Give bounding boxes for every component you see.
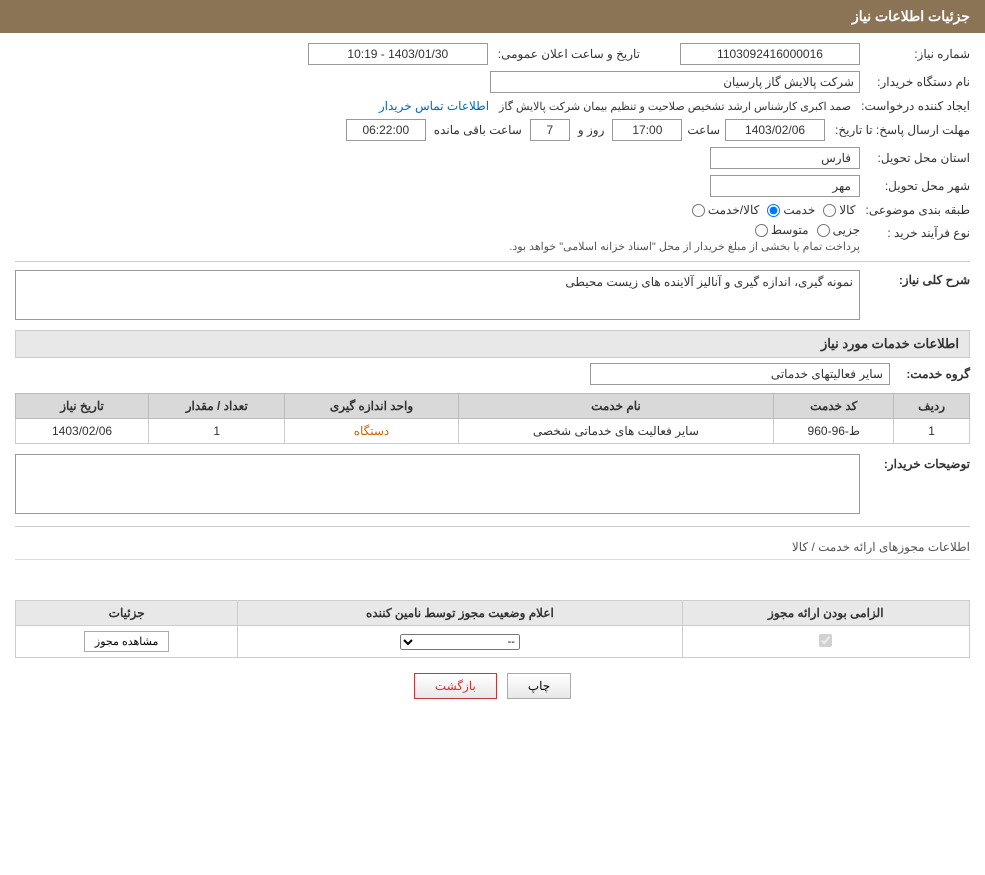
spacer <box>15 565 970 595</box>
province-value: فارس <box>710 147 860 169</box>
deadline-days: 7 <box>530 119 570 141</box>
table-row: 1ط-96-960سایر فعالیت های خدماتی شخصیدستگ… <box>16 419 970 444</box>
page-header: جزئیات اطلاعات نیاز <box>0 0 985 33</box>
col-details-header: جزئیات <box>16 601 238 626</box>
license-required-cell <box>682 626 969 658</box>
time-label: ساعت <box>687 123 720 137</box>
view-license-button[interactable]: مشاهده مجوز <box>84 631 169 652</box>
col-unit-header: واحد اندازه گیری <box>285 394 458 419</box>
category-kala-label: کالا <box>839 203 855 217</box>
days-label: روز و <box>578 123 605 137</box>
city-label: شهر محل تحویل: <box>860 179 970 193</box>
province-label: استان محل تحویل: <box>860 151 970 165</box>
col-date-header: تاریخ نیاز <box>16 394 149 419</box>
category-kala: کالا <box>823 203 855 217</box>
col-code-header: کد خدمت <box>774 394 894 419</box>
category-radio-group: کالا خدمت کالا/خدمت <box>692 203 856 217</box>
col-status-header: اعلام وضعیت مجوز توسط نامین کننده <box>238 601 682 626</box>
buyer-desc-textarea[interactable] <box>15 454 860 514</box>
row-purchase-type: نوع فرآیند خرید : جزیی متوسط پرداخت تمام… <box>15 223 970 253</box>
col-row-header: ردیف <box>894 394 970 419</box>
need-desc-container: نمونه گیری، اندازه گیری و آنالیز آلاینده… <box>15 270 860 320</box>
need-desc-value: نمونه گیری، اندازه گیری و آنالیز آلاینده… <box>15 270 860 320</box>
purchase-type-content: جزیی متوسط پرداخت تمام یا بخشی از مبلغ خ… <box>509 223 860 253</box>
date-announce-value: 1403/01/30 - 10:19 <box>308 43 488 65</box>
main-form-section: شماره نیاز: 1103092416000016 تاریخ و ساع… <box>15 43 970 320</box>
services-table: ردیف کد خدمت نام خدمت واحد اندازه گیری ت… <box>15 393 970 444</box>
license-table: الزامی بودن ارائه مجوز اعلام وضعیت مجوز … <box>15 600 970 658</box>
category-khedmat: خدمت <box>767 203 815 217</box>
license-required-checkbox[interactable] <box>819 634 832 647</box>
radio-motavasset[interactable] <box>755 224 768 237</box>
col-required-header: الزامی بودن ارائه مجوز <box>682 601 969 626</box>
row-service-group: گروه خدمت: سایر فعالیتهای خدماتی <box>15 363 970 385</box>
table-cell-date: 1403/02/06 <box>16 419 149 444</box>
radio-khedmat[interactable] <box>767 204 780 217</box>
category-label: طبقه بندی موضوعی: <box>855 203 970 217</box>
buyer-org-value: شرکت پالایش گاز پارسیان <box>490 71 860 93</box>
table-cell-row: 1 <box>894 419 970 444</box>
license-details-cell: مشاهده مجوز <box>16 626 238 658</box>
buyer-desc-container <box>15 454 860 514</box>
row-buyer-org: نام دستگاه خریدار: شرکت پالایش گاز پارسی… <box>15 71 970 93</box>
license-section-label: اطلاعات مجوزهای ارائه خدمت / کالا <box>15 535 970 560</box>
services-header: اطلاعات خدمات مورد نیاز <box>15 330 970 358</box>
purchase-note: پرداخت تمام یا بخشی از مبلغ خریدار از مح… <box>509 240 860 253</box>
deadline-date: 1403/02/06 <box>725 119 825 141</box>
table-cell-name: سایر فعالیت های خدماتی شخصی <box>458 419 774 444</box>
table-cell-qty: 1 <box>149 419 285 444</box>
purchase-jazii: جزیی <box>817 223 860 237</box>
col-name-header: نام خدمت <box>458 394 774 419</box>
page-title: جزئیات اطلاعات نیاز <box>852 8 970 24</box>
radio-kala-khedmat[interactable] <box>692 204 705 217</box>
deadline-remaining: 06:22:00 <box>346 119 426 141</box>
category-khedmat-label: خدمت <box>783 203 815 217</box>
row-city: شهر محل تحویل: مهر <box>15 175 970 197</box>
table-cell-code: ط-96-960 <box>774 419 894 444</box>
purchase-radio-group: جزیی متوسط <box>509 223 860 237</box>
need-number-label: شماره نیاز: <box>860 47 970 61</box>
need-desc-label: شرح کلی نیاز: <box>860 270 970 287</box>
row-need-number: شماره نیاز: 1103092416000016 تاریخ و ساع… <box>15 43 970 65</box>
contact-link[interactable]: اطلاعات تماس خریدار <box>379 99 489 113</box>
col-qty-header: تعداد / مقدار <box>149 394 285 419</box>
license-status-select[interactable]: -- <box>400 634 520 650</box>
print-button[interactable]: چاپ <box>507 673 571 699</box>
row-creator: ایجاد کننده درخواست: صمد اکبری کارشناس ا… <box>15 99 970 113</box>
button-row: چاپ بازگشت <box>15 658 970 714</box>
row-need-desc: شرح کلی نیاز: نمونه گیری، اندازه گیری و … <box>15 270 970 320</box>
expert-name: صمد اکبری کارشناس ارشد تشخیص صلاحیت و تن… <box>499 100 851 113</box>
buyer-desc-label: توضیحات خریدار: <box>860 454 970 471</box>
city-value: مهر <box>710 175 860 197</box>
separator-2 <box>15 526 970 527</box>
remaining-label: ساعت باقی مانده <box>434 123 522 137</box>
deadline-time: 17:00 <box>612 119 682 141</box>
date-announce-label: تاریخ و ساعت اعلان عمومی: <box>488 47 640 61</box>
table-cell-unit: دستگاه <box>285 419 458 444</box>
purchase-motavasset-label: متوسط <box>771 223 809 237</box>
row-buyer-desc: توضیحات خریدار: <box>15 454 970 514</box>
page-wrapper: جزئیات اطلاعات نیاز شماره نیاز: 11030924… <box>0 0 985 875</box>
back-button[interactable]: بازگشت <box>414 673 497 699</box>
category-kk-label: کالا/خدمت <box>708 203 759 217</box>
license-status-cell: -- <box>238 626 682 658</box>
send-deadline-label: مهلت ارسال پاسخ: تا تاریخ: <box>825 123 970 137</box>
category-kala-khedmat: کالا/خدمت <box>692 203 759 217</box>
service-group-value: سایر فعالیتهای خدماتی <box>590 363 890 385</box>
row-deadline: مهلت ارسال پاسخ: تا تاریخ: 1403/02/06 سا… <box>15 119 970 141</box>
radio-kala[interactable] <box>823 204 836 217</box>
need-number-value: 1103092416000016 <box>680 43 860 65</box>
row-category: طبقه بندی موضوعی: کالا خدمت کالا/خدمت <box>15 203 970 217</box>
row-province: استان محل تحویل: فارس <box>15 147 970 169</box>
purchase-type-label: نوع فرآیند خرید : <box>860 223 970 240</box>
license-row: -- مشاهده مجوز <box>16 626 970 658</box>
buyer-org-label: نام دستگاه خریدار: <box>860 75 970 89</box>
creator-label: ایجاد کننده درخواست: <box>851 99 970 113</box>
purchase-motavasset: متوسط <box>755 223 809 237</box>
service-group-label: گروه خدمت: <box>890 367 970 381</box>
radio-jazii[interactable] <box>817 224 830 237</box>
purchase-jazii-label: جزیی <box>833 223 860 237</box>
main-content: شماره نیاز: 1103092416000016 تاریخ و ساع… <box>0 33 985 724</box>
separator-1 <box>15 261 970 262</box>
